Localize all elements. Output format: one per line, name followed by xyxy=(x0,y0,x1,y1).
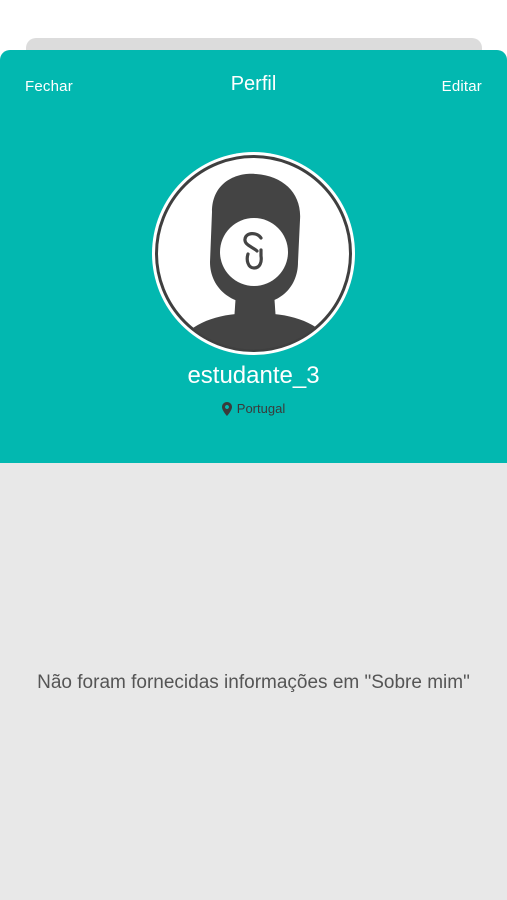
profile-modal: Fechar Perfil Editar estudante_3 Portuga… xyxy=(0,50,507,900)
edit-button[interactable]: Editar xyxy=(442,78,482,95)
profile-header: Fechar Perfil Editar estudante_3 Portuga… xyxy=(0,50,507,463)
location-label: Portugal xyxy=(236,401,286,416)
avatar[interactable] xyxy=(152,152,355,355)
default-avatar-silhouette-icon xyxy=(155,155,352,352)
page-title: Perfil xyxy=(230,73,277,95)
username: estudante_3 xyxy=(187,362,320,389)
about-me-empty-message: Não foram fornecidas informações em "Sob… xyxy=(37,672,470,693)
location-row: Portugal xyxy=(0,401,507,416)
map-pin-icon xyxy=(221,401,232,416)
